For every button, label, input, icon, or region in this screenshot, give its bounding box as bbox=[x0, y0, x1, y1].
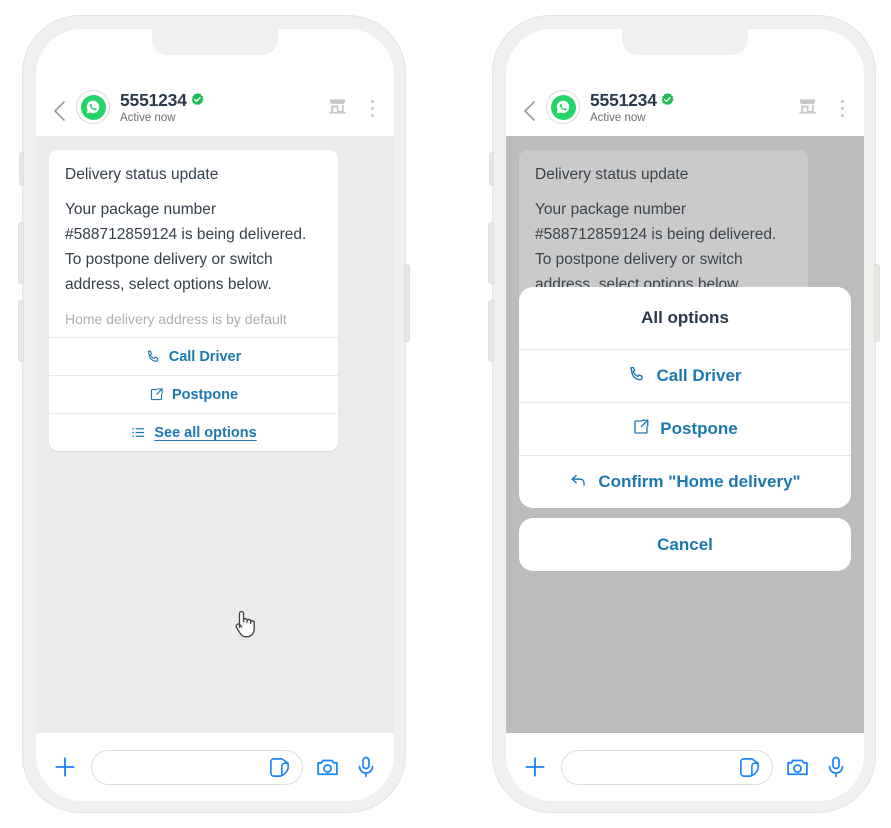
kebab-menu-icon[interactable] bbox=[837, 98, 848, 119]
sheet-option-label: Call Driver bbox=[656, 366, 742, 385]
action-label: Call Driver bbox=[168, 348, 242, 365]
external-link-icon bbox=[632, 418, 650, 441]
reply-arrow-icon bbox=[569, 470, 588, 494]
message-text-field[interactable] bbox=[91, 749, 303, 785]
header-icons bbox=[327, 96, 378, 124]
storefront-icon[interactable] bbox=[327, 96, 348, 121]
sheet-option-postpone[interactable]: Postpone bbox=[519, 402, 851, 455]
phone-screen-right: 5551234 Active now Delivery status updat… bbox=[506, 29, 864, 801]
pointing-hand-cursor bbox=[232, 608, 258, 640]
silent-switch-button[interactable] bbox=[19, 152, 24, 186]
action-sheet: All options Call Driver Postpone Confirm… bbox=[506, 287, 864, 571]
plus-icon[interactable] bbox=[520, 752, 550, 782]
screenshot-stage: 5551234 Active now Delivery status updat… bbox=[0, 0, 891, 828]
sheet-option-call-driver[interactable]: Call Driver bbox=[519, 349, 851, 402]
message-text-field[interactable] bbox=[561, 749, 773, 785]
power-button[interactable] bbox=[404, 264, 410, 342]
sheet-option-confirm-home-delivery[interactable]: Confirm "Home delivery" bbox=[519, 455, 851, 508]
message-bubble: Delivery status update Your package numb… bbox=[49, 150, 338, 452]
volume-up-button[interactable] bbox=[488, 222, 494, 284]
chevron-left-icon[interactable] bbox=[516, 98, 542, 124]
chevron-left-icon[interactable] bbox=[46, 98, 72, 124]
sticker-icon[interactable] bbox=[736, 754, 763, 781]
action-sheet-panel: All options Call Driver Postpone Confirm… bbox=[519, 287, 851, 508]
volume-down-button[interactable] bbox=[18, 300, 24, 362]
header-text-block: 5551234 Active now bbox=[590, 89, 797, 124]
message-action-see-all-options[interactable]: See all options bbox=[49, 413, 338, 451]
microphone-icon[interactable] bbox=[352, 754, 379, 781]
phone-screen-left: 5551234 Active now Delivery status updat… bbox=[36, 29, 394, 801]
contact-status: Active now bbox=[590, 111, 646, 124]
message-input-bar bbox=[36, 733, 394, 801]
power-button[interactable] bbox=[874, 264, 880, 342]
silent-switch-button[interactable] bbox=[489, 152, 494, 186]
verified-badge-icon bbox=[190, 92, 205, 107]
message-action-call-driver[interactable]: Call Driver bbox=[49, 337, 338, 375]
action-label: Postpone bbox=[171, 386, 239, 403]
microphone-icon[interactable] bbox=[822, 754, 849, 781]
header-text-block: 5551234 Active now bbox=[120, 89, 327, 124]
phone-icon bbox=[146, 349, 161, 364]
avatar[interactable] bbox=[76, 90, 110, 124]
storefront-icon[interactable] bbox=[797, 96, 818, 121]
header-icons bbox=[797, 96, 848, 124]
list-icon bbox=[130, 425, 146, 440]
phone-right: 5551234 Active now Delivery status updat… bbox=[488, 15, 880, 813]
avatar[interactable] bbox=[546, 90, 580, 124]
sticker-icon[interactable] bbox=[266, 754, 293, 781]
phone-left: 5551234 Active now Delivery status updat… bbox=[18, 15, 410, 813]
device-notch bbox=[622, 29, 748, 55]
whatsapp-logo-icon bbox=[80, 94, 106, 120]
contact-name-row: 5551234 bbox=[120, 89, 327, 110]
external-link-icon bbox=[149, 387, 164, 402]
message-bubble-body: Delivery status update Your package numb… bbox=[49, 150, 338, 337]
kebab-menu-icon[interactable] bbox=[367, 98, 378, 119]
contact-name: 5551234 bbox=[590, 89, 657, 110]
action-sheet-title: All options bbox=[641, 308, 729, 327]
volume-up-button[interactable] bbox=[18, 222, 24, 284]
camera-icon[interactable] bbox=[314, 754, 341, 781]
chat-body: Delivery status update Your package numb… bbox=[36, 136, 394, 733]
sheet-option-label: Postpone bbox=[660, 419, 738, 438]
plus-icon[interactable] bbox=[50, 752, 80, 782]
volume-down-button[interactable] bbox=[488, 300, 494, 362]
whatsapp-logo-icon bbox=[550, 94, 576, 120]
contact-name: 5551234 bbox=[120, 89, 187, 110]
camera-icon[interactable] bbox=[784, 754, 811, 781]
action-label: See all options bbox=[154, 424, 257, 441]
phone-icon bbox=[628, 365, 646, 388]
verified-badge-icon bbox=[660, 92, 675, 107]
message-title: Delivery status update bbox=[65, 166, 219, 183]
sheet-option-label: Confirm "Home delivery" bbox=[598, 472, 801, 491]
message-note: Home delivery address is by default bbox=[65, 311, 287, 328]
message-input-bar bbox=[506, 733, 864, 801]
message-action-postpone[interactable]: Postpone bbox=[49, 375, 338, 413]
sheet-cancel-button[interactable]: Cancel bbox=[519, 518, 851, 571]
device-notch bbox=[152, 29, 278, 55]
contact-status: Active now bbox=[120, 111, 176, 124]
contact-name-row: 5551234 bbox=[590, 89, 797, 110]
message-body: Your package number #588712859124 is bei… bbox=[65, 201, 307, 294]
